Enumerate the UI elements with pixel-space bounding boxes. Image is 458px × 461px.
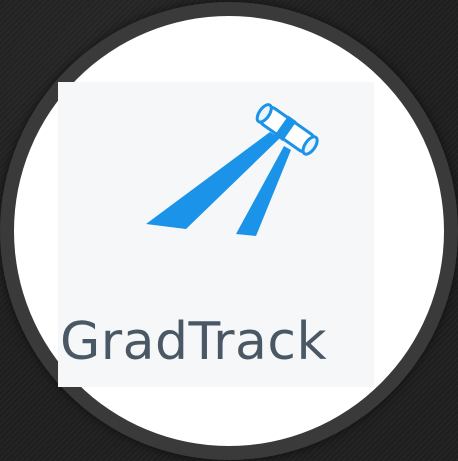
graduation-scroll-beam-icon — [146, 103, 319, 236]
app-icon-canvas: GradTrack — [0, 0, 458, 461]
brand-wordmark: GradTrack — [60, 312, 328, 372]
